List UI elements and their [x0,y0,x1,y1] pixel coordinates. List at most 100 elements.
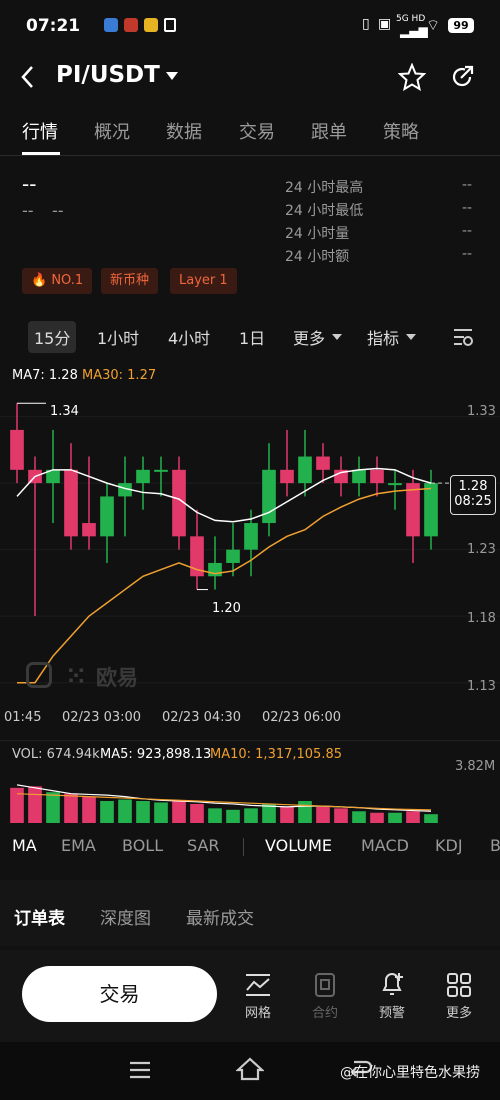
indicator-tabs: MA EMA BOLL SAR VOLUME MACD KDJ B [0,826,500,866]
trade-button[interactable]: 交易 [22,966,217,1022]
candle-body [316,456,330,470]
candle-body [136,469,150,484]
volume-bar [136,801,150,823]
interval-1d[interactable]: 1日 [239,325,265,349]
main-tabs: 行情 概况 数据 交易 跟单 策略 [0,108,500,156]
share-icon[interactable] [448,63,476,91]
time-tick: 01:45 [4,710,42,725]
volume-bar [46,792,60,823]
ma7-line [16,467,432,523]
current-price-box: 1.28 08:25 [450,475,496,515]
volume-bar [334,808,348,823]
volume-bar [208,808,222,823]
volume-bar [82,796,96,823]
candle-body [100,496,114,537]
nav-alert-label[interactable]: 预警 [367,1002,417,1021]
stat-label: 24 小时额 [285,249,350,265]
grid-trading-icon[interactable] [244,972,272,998]
more-apps-icon[interactable] [446,972,472,998]
interval-1h[interactable]: 1小时 [97,325,139,349]
nav-more-label[interactable]: 更多 [434,1002,484,1021]
star-icon[interactable] [398,63,426,91]
divider [243,838,244,856]
volume-bar [406,811,420,823]
tab-market[interactable]: 行情 [22,118,58,144]
tab-copy-trading[interactable]: 跟单 [311,118,347,144]
volume-bar [244,808,258,823]
interval-4h[interactable]: 4小时 [168,325,210,349]
new-coin-badge[interactable]: 新币种 [101,268,159,294]
menu-icon[interactable] [128,1060,152,1080]
candle-body [388,483,402,486]
candle-body [424,483,438,537]
volume-bar [226,809,240,823]
order-tabs: 订单表 深度图 最新成交 [0,880,500,946]
indicator-volume[interactable]: VOLUME [265,836,332,855]
volume-bar [64,793,78,823]
price-tick: 1.13 [467,679,496,694]
indicator-sar[interactable]: SAR [187,836,220,855]
tab-data[interactable]: 数据 [166,118,202,144]
signal-icon: ▂▄▆ [400,24,428,38]
tab-overview[interactable]: 概况 [94,118,130,144]
footer-watermark: @在你心里特色水果捞 [340,1065,480,1081]
app-notification-icon [144,18,158,32]
vol-ma10-line [16,793,432,811]
rank-badge[interactable]: 🔥 NO.1 [22,268,93,294]
chart-settings-icon[interactable] [452,326,474,348]
logo-icon [26,662,52,688]
time-tick: 02/23 04:30 [162,710,242,725]
current-price-label: 1.28 [458,479,488,494]
candle-body [244,523,258,550]
stat-value: -- [462,177,473,193]
volume-bar [28,786,42,823]
indicator-macd[interactable]: MACD [361,836,409,855]
system-navigation-bar: @在你心里特色水果捞 [0,1042,500,1100]
indicator-more[interactable]: B [490,836,500,855]
stat-label: 24 小时最低 [285,203,364,219]
price-change-percent: -- [52,201,64,220]
tab-underline [22,152,60,155]
vol-ma5-line [16,784,432,812]
tab-trade[interactable]: 交易 [239,118,275,144]
stat-value: -- [462,200,473,216]
volume-panel: VOL: 674.94k MA5: 923,898.13 MA10: 1,317… [0,740,500,826]
interval-15m[interactable]: 15分 [28,321,77,353]
back-icon[interactable] [18,64,38,90]
tab-strategy[interactable]: 策略 [383,118,419,144]
countdown-label: 08:25 [454,494,492,509]
stat-label: 24 小时量 [285,226,350,242]
candle-body [226,549,240,563]
stat-value: -- [462,246,473,262]
contact-icon: ▣ [378,16,392,32]
stat-label: 24 小时最高 [285,180,364,196]
tab-latest-trades[interactable]: 最新成交 [186,904,254,929]
indicator-menu[interactable]: 指标 [367,325,399,349]
interval-more[interactable]: 更多 [293,325,325,349]
high-marker-label: 1.34 [50,404,79,419]
chevron-down-icon[interactable] [164,68,180,84]
low-marker-label: 1.20 [212,601,241,616]
contract-icon[interactable] [312,972,338,998]
nav-contract-label[interactable]: 合约 [300,1002,350,1021]
indicator-ema[interactable]: EMA [61,836,96,855]
tab-order-book[interactable]: 订单表 [14,904,65,929]
volume-bar [424,814,438,823]
nav-grid-label[interactable]: 网格 [233,1002,283,1021]
home-icon[interactable] [236,1056,264,1082]
pair-title[interactable]: PI/USDT [56,62,160,88]
ma30-line [17,487,432,684]
indicator-boll[interactable]: BOLL [122,836,163,855]
candlestick-chart[interactable]: MA7: 1.28 MA30: 1.27 ⁙ 欧易 1.28 08:25 1.3… [0,360,500,740]
alert-bell-icon[interactable] [378,970,406,998]
volume-bar [388,812,402,823]
fire-icon: 🔥 [31,273,48,288]
candle-body [154,469,168,472]
indicator-ma[interactable]: MA [12,836,37,855]
candle-body [370,469,384,484]
indicator-kdj[interactable]: KDJ [435,836,463,855]
volume-bar [370,812,384,823]
tab-depth-chart[interactable]: 深度图 [100,904,151,929]
layer1-badge[interactable]: Layer 1 [170,268,237,294]
volume-bar [316,806,330,823]
